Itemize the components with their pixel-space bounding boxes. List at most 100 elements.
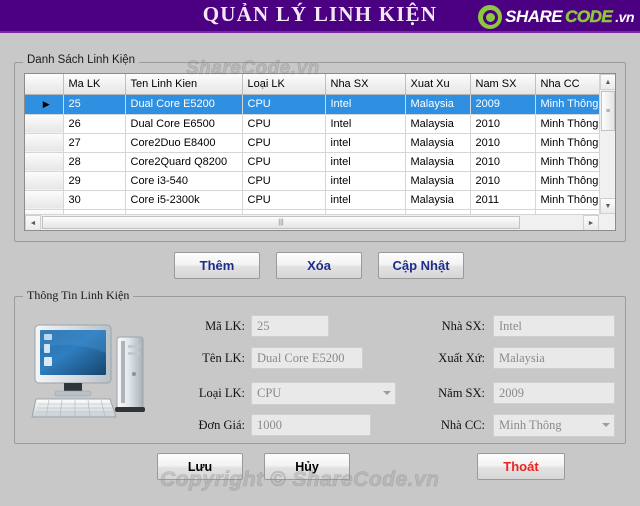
grid-horizontal-scrollbar[interactable]: ◄ ||| ► — [25, 214, 599, 230]
sharecode-logo: SHARE CODE .vn — [478, 4, 634, 30]
cell-xuat-xu[interactable]: Malaysia — [405, 190, 471, 210]
row-selector[interactable] — [25, 171, 64, 191]
row-selector[interactable] — [25, 152, 64, 172]
save-button[interactable]: Lưu — [157, 453, 243, 480]
cell-ma-lk[interactable]: 28 — [63, 152, 126, 172]
cell-ma-lk[interactable]: 30 — [63, 190, 126, 210]
nha-cc-label: Nhà CC: — [440, 418, 485, 432]
cell-nam-sx[interactable]: 2009 — [470, 94, 536, 115]
row-selector[interactable] — [25, 133, 64, 153]
table-row[interactable]: 27 Core2Duo E8400 CPU intel Malaysia 201… — [25, 133, 602, 153]
info-group-caption: Thông Tin Linh Kiện — [23, 288, 134, 303]
cell-nam-sx[interactable]: 2010 — [470, 133, 536, 153]
cell-xuat-xu[interactable]: Malaysia — [405, 94, 471, 115]
cell-nha-sx[interactable]: Intel — [325, 94, 406, 115]
cell-loai-lk[interactable]: CPU — [242, 190, 326, 210]
delete-button[interactable]: Xóa — [276, 252, 362, 279]
don-gia-label: Đơn Giá: — [198, 418, 245, 432]
row-selector[interactable] — [25, 190, 64, 210]
row-selector[interactable] — [25, 114, 64, 134]
loai-lk-dropdown[interactable]: CPU — [251, 382, 396, 405]
scroll-left-arrow-icon[interactable]: ◄ — [25, 215, 41, 230]
ten-lk-label: Tên LK: — [202, 351, 245, 365]
cell-loai-lk[interactable]: CPU — [242, 152, 326, 172]
cell-nha-cc[interactable]: Minh Thông — [535, 171, 602, 191]
cell-nha-cc[interactable]: Minh Thông — [535, 152, 602, 172]
cell-ten-lk[interactable]: Core2Quard Q8200 — [125, 152, 243, 172]
cell-nam-sx[interactable]: 2010 — [470, 171, 536, 191]
xuat-xu-field[interactable]: Malaysia — [493, 347, 615, 369]
cell-loai-lk[interactable]: CPU — [242, 133, 326, 153]
cell-ma-lk[interactable]: 27 — [63, 133, 126, 153]
logo-code-text: CODE — [565, 7, 613, 27]
app-banner: QUẢN LÝ LINH KIỆN SHARE CODE .vn — [0, 0, 640, 33]
row-selector[interactable]: ▶ — [25, 94, 64, 115]
cell-nha-sx[interactable]: intel — [325, 171, 406, 191]
cell-ten-lk[interactable]: Dual Core E5200 — [125, 94, 243, 115]
loai-lk-label: Loại LK: — [198, 386, 245, 400]
vertical-scroll-thumb[interactable]: ≡ — [601, 91, 615, 131]
cell-loai-lk[interactable]: CPU — [242, 171, 326, 191]
cell-xuat-xu[interactable]: Malaysia — [405, 114, 471, 134]
scroll-up-arrow-icon[interactable]: ▲ — [600, 74, 615, 90]
table-header-row: Ma LK Ten Linh Kien Loại LK Nha SX Xuat … — [25, 74, 602, 95]
cell-nha-sx[interactable]: intel — [325, 152, 406, 172]
cell-nha-cc[interactable]: Minh Thông — [535, 114, 602, 134]
column-header-nha-cc[interactable]: Nha CC — [535, 74, 602, 95]
don-gia-field[interactable]: 1000 — [251, 414, 371, 436]
table-row[interactable]: 29 Core i3-540 CPU intel Malaysia 2010 M… — [25, 171, 602, 191]
column-header-xuat-xu[interactable]: Xuat Xu — [405, 74, 471, 95]
xuat-xu-label: Xuất Xứ: — [438, 351, 485, 365]
cell-nha-sx[interactable]: intel — [325, 133, 406, 153]
cell-ten-lk[interactable]: Dual Core E6500 — [125, 114, 243, 134]
cell-nha-cc[interactable]: Minh Thông — [535, 190, 602, 210]
ten-lk-field[interactable]: Dual Core E5200 — [251, 347, 363, 369]
cell-nam-sx[interactable]: 2010 — [470, 152, 536, 172]
nha-cc-dropdown[interactable]: Minh Thông — [493, 414, 615, 437]
column-header-nam-sx[interactable]: Nam SX — [470, 74, 536, 95]
table-row[interactable]: 28 Core2Quard Q8200 CPU intel Malaysia 2… — [25, 152, 602, 172]
cancel-button[interactable]: Hủy — [264, 453, 350, 480]
nam-sx-field[interactable]: 2009 — [493, 382, 615, 404]
column-header-ten-linh-kien[interactable]: Ten Linh Kien — [125, 74, 243, 95]
cell-nam-sx[interactable]: 2011 — [470, 190, 536, 210]
nha-cc-selected-value: Minh Thông — [499, 418, 562, 432]
cell-nam-sx[interactable]: 2010 — [470, 114, 536, 134]
add-button[interactable]: Thêm — [174, 252, 260, 279]
cell-ten-lk[interactable]: Core i3-540 — [125, 171, 243, 191]
scroll-right-arrow-icon[interactable]: ► — [583, 215, 599, 230]
update-button[interactable]: Cập Nhật — [378, 252, 464, 279]
cell-ma-lk[interactable]: 25 — [63, 94, 126, 115]
cell-nha-sx[interactable]: Intel — [325, 114, 406, 134]
cell-nha-cc[interactable]: Minh Thông — [535, 94, 602, 115]
cell-loai-lk[interactable]: CPU — [242, 94, 326, 115]
cell-ten-lk[interactable]: Core i5-2300k — [125, 190, 243, 210]
exit-button[interactable]: Thoát — [477, 453, 565, 480]
column-header-loai-lk[interactable]: Loại LK — [242, 74, 326, 95]
nha-sx-field[interactable]: Intel — [493, 315, 615, 337]
row-header-corner — [25, 74, 64, 95]
loai-lk-selected-value: CPU — [257, 386, 282, 400]
cell-ten-lk[interactable]: Core2Duo E8400 — [125, 133, 243, 153]
table-row[interactable]: 30 Core i5-2300k CPU intel Malaysia 2011… — [25, 190, 602, 210]
ma-lk-label: Mã LK: — [205, 319, 245, 333]
components-data-grid[interactable]: Ma LK Ten Linh Kien Loại LK Nha SX Xuat … — [24, 73, 616, 231]
table-row[interactable]: ▶ 25 Dual Core E5200 CPU Intel Malaysia … — [25, 94, 602, 115]
cell-loai-lk[interactable]: CPU — [242, 114, 326, 134]
grid-vertical-scrollbar[interactable]: ▲ ≡ ▼ — [599, 74, 615, 214]
cell-nha-cc[interactable]: Minh Thông — [535, 133, 602, 153]
column-header-nha-sx[interactable]: Nha SX — [325, 74, 406, 95]
ma-lk-field[interactable]: 25 — [251, 315, 329, 337]
cell-ma-lk[interactable]: 26 — [63, 114, 126, 134]
cell-xuat-xu[interactable]: Malaysia — [405, 133, 471, 153]
component-list-group: Danh Sách Linh Kiện Ma LK Ten Linh Kien … — [14, 54, 626, 242]
cell-xuat-xu[interactable]: Malaysia — [405, 152, 471, 172]
cell-ma-lk[interactable]: 29 — [63, 171, 126, 191]
table-row[interactable]: 26 Dual Core E6500 CPU Intel Malaysia 20… — [25, 114, 602, 134]
cell-xuat-xu[interactable]: Malaysia — [405, 171, 471, 191]
chevron-down-icon — [383, 391, 391, 395]
column-header-ma-lk[interactable]: Ma LK — [63, 74, 126, 95]
cell-nha-sx[interactable]: intel — [325, 190, 406, 210]
horizontal-scroll-thumb[interactable]: ||| — [42, 216, 520, 229]
scroll-down-arrow-icon[interactable]: ▼ — [600, 198, 615, 214]
